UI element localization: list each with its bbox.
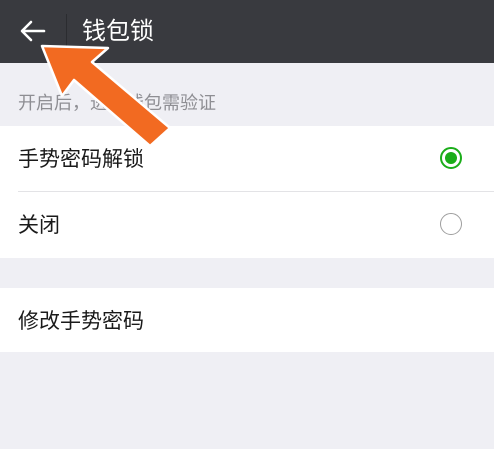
back-button[interactable] [10,10,56,52]
change-gesture-password-item[interactable]: 修改手势密码 [0,288,494,352]
arrow-left-icon [20,20,46,42]
header-divider [66,14,67,48]
option-gesture-unlock[interactable]: 手势密码解锁 [0,126,494,192]
radio-selected-icon[interactable] [440,147,462,169]
option-label: 关闭 [18,213,60,237]
action-label: 修改手势密码 [18,309,144,333]
section-hint: 开启后，进入钱包需验证 [18,93,216,114]
option-label: 手势密码解锁 [18,147,144,171]
actions-group: 修改手势密码 [0,288,494,352]
option-off[interactable]: 关闭 [0,192,494,258]
top-bar: 钱包锁 [0,0,494,63]
page-title: 钱包锁 [82,17,154,45]
radio-unselected-icon[interactable] [440,213,462,235]
lock-options-group: 手势密码解锁 关闭 [0,126,494,258]
